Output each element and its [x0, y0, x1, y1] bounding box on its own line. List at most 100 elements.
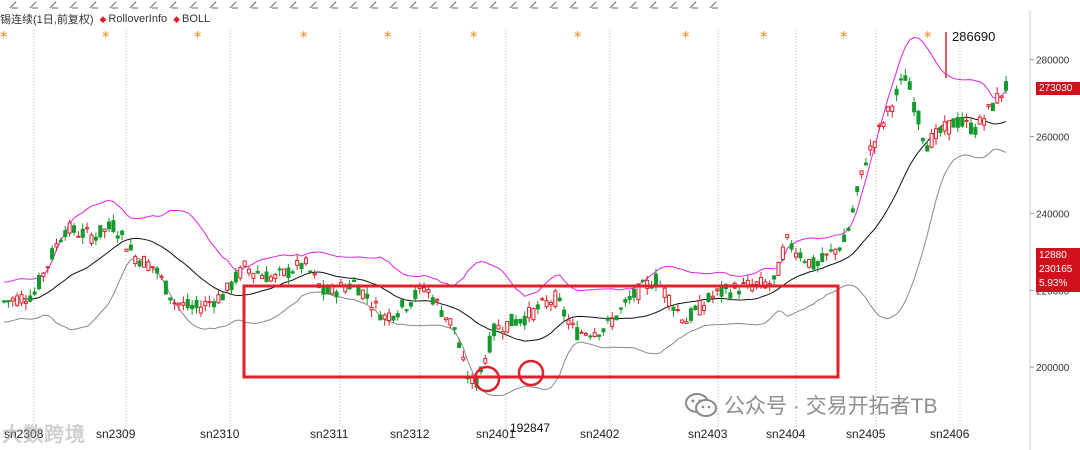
x-tick-label: sn2405: [846, 427, 886, 441]
watermark-right-text: 公众号 · 交易开拓者TB: [724, 395, 938, 418]
candle-body: [124, 248, 129, 252]
x-tick-label: sn2309: [96, 427, 136, 441]
rollover-marker-icon: *: [682, 28, 690, 46]
candle-body: [881, 122, 886, 128]
rollover-marker-icon: *: [0, 28, 8, 46]
highlight-circle: [517, 359, 545, 387]
candle-body: [391, 315, 396, 321]
watermark-right: 公众号 · 交易开拓者TB: [684, 390, 938, 420]
candle-body: [10, 297, 15, 302]
candle-body: [492, 323, 497, 337]
candle-body: [562, 309, 567, 317]
candle-body: [894, 88, 899, 96]
candle-body: [859, 170, 864, 176]
candle-body: [675, 309, 680, 312]
candle-body: [382, 314, 387, 320]
y-tick-label: 200000: [1036, 363, 1070, 374]
candle-body: [531, 308, 536, 321]
candle-body: [566, 319, 571, 325]
candle-body: [54, 243, 59, 248]
candle-body: [754, 281, 759, 285]
candle-body: [282, 268, 287, 276]
candle-body: [855, 186, 860, 192]
info-badge: 12880 230165 5.93%: [1036, 248, 1080, 292]
candle-body: [378, 314, 383, 321]
x-tick-label: sn2402: [580, 427, 620, 441]
candle-body: [877, 124, 882, 127]
candle-body: [535, 304, 540, 310]
candle-body: [483, 357, 488, 364]
candle-body: [37, 275, 42, 290]
candle-body: [142, 256, 147, 268]
x-tick-label: sn2406: [930, 427, 970, 441]
candle-body: [990, 102, 995, 112]
y-tick-label: 260000: [1036, 133, 1070, 144]
candle-body: [553, 290, 558, 307]
candle-body: [194, 300, 199, 309]
candle-body: [772, 275, 777, 280]
candle-body: [487, 335, 492, 353]
candle-body: [527, 306, 532, 319]
candle-body: [671, 306, 676, 311]
candle-body: [610, 318, 615, 327]
x-tick-label: sn2311: [310, 427, 349, 441]
candle-body: [916, 110, 921, 125]
high-annotation: 286690: [952, 29, 995, 44]
candle-body: [780, 246, 785, 260]
candle-body: [216, 294, 221, 304]
candle-body: [238, 267, 243, 279]
y-tick-label: 280000: [1036, 56, 1070, 67]
candle-body: [684, 321, 689, 325]
candle-body: [925, 145, 930, 152]
candle-body: [461, 356, 466, 361]
candle-body: [601, 328, 606, 333]
candle-body: [597, 334, 602, 337]
candle-body: [404, 309, 409, 312]
candle-body: [137, 260, 142, 267]
candle-body: [325, 286, 330, 295]
candle-body: [89, 234, 94, 244]
candle-body: [177, 302, 182, 306]
wechat-icon: [685, 393, 717, 417]
candle-body: [233, 271, 238, 283]
rollover-marker-icon: *: [102, 28, 110, 46]
candle-body: [163, 280, 168, 295]
candle-body: [50, 248, 55, 260]
candle-body: [373, 300, 378, 304]
candle-body: [837, 247, 842, 251]
candle-body: [225, 282, 230, 291]
candle-body: [522, 315, 527, 326]
candle-body: [977, 116, 982, 125]
candle-body: [662, 287, 667, 298]
candle-body: [120, 230, 125, 236]
candle-body: [846, 227, 851, 231]
candle-body: [107, 221, 112, 230]
candle-body: [868, 145, 873, 151]
x-tick-label: sn2404: [766, 427, 806, 441]
candle-body: [802, 261, 807, 264]
candle-body: [102, 228, 107, 232]
candle-body: [85, 227, 90, 230]
candle-body: [505, 321, 510, 333]
candle-body: [41, 272, 46, 278]
candle-body: [885, 106, 890, 112]
candle-body: [863, 162, 868, 166]
candle-body: [255, 270, 260, 274]
candle-body: [947, 120, 952, 135]
candle-body: [19, 294, 24, 304]
info-line-2: 230165: [1039, 264, 1073, 275]
candlestick-chart[interactable]: 200000220000240000260000280000sn2308sn23…: [0, 0, 1080, 450]
x-tick-label: sn2403: [688, 427, 728, 441]
candle-body: [273, 274, 278, 280]
candle-body: [982, 118, 987, 126]
candle-body: [579, 331, 584, 334]
candle-body: [920, 137, 925, 142]
rollover-marker-icon: *: [194, 28, 202, 46]
candle-body: [785, 234, 790, 239]
boll-mid-line: [3, 116, 1007, 342]
candle-body: [67, 222, 72, 234]
candle-body: [509, 313, 514, 327]
candle-body: [955, 117, 960, 128]
candle-body: [395, 313, 400, 318]
candle-body: [544, 300, 549, 308]
